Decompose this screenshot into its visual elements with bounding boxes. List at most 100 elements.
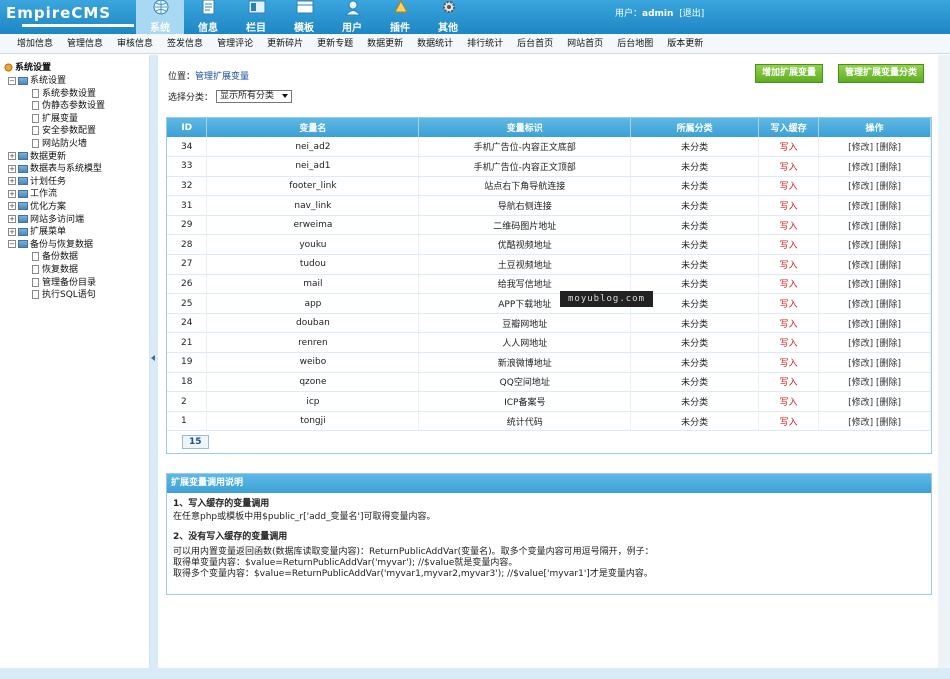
column-header: 操作 (818, 118, 931, 137)
tree-group-8[interactable]: − 备份与恢复数据 (4, 239, 149, 252)
table-row: 26 mail 给我写信地址 未分类 写入 [修改] [删除] (167, 274, 931, 295)
quick-link-8[interactable]: 数据统计 (410, 34, 460, 53)
variable-table: ID 变量名 变量标识 所属分类 写入缓存 操作 34 nei_ad2 手机广告位-内容正文底… (166, 117, 932, 455)
quick-link-7[interactable]: 数据更新 (360, 34, 410, 53)
var-label-cell: 人人网地址 (418, 332, 632, 354)
row-actions[interactable]: [修改] [删除] (818, 411, 931, 432)
row-actions[interactable]: [修改] [删除] (818, 372, 931, 393)
expand-icon[interactable]: + (8, 152, 16, 161)
expand-icon[interactable]: + (8, 164, 16, 173)
collapse-arrow-icon[interactable] (151, 355, 155, 361)
table-row: 21 renren 人人网地址 未分类 写入 [修改] [删除] (167, 332, 931, 354)
quick-link-5[interactable]: 更新碎片 (260, 34, 310, 53)
tree-group-0[interactable]: − 系统设置 (4, 75, 149, 88)
tree-group-7[interactable]: + 扩展菜单 (4, 226, 149, 239)
quick-link-12[interactable]: 后台地图 (610, 34, 660, 53)
quick-link-1[interactable]: 管理信息 (60, 34, 110, 53)
row-actions[interactable]: [修改] [删除] (818, 313, 931, 334)
category-cell: 未分类 (630, 411, 760, 432)
tree-item[interactable]: 扩展变量 (4, 113, 149, 126)
row-actions[interactable]: [修改] [删除] (818, 274, 931, 295)
var-label-cell: 豆瓣网地址 (418, 313, 632, 334)
table-row: 1 tongji 统计代码 未分类 写入 [修改] [删除] (167, 411, 931, 432)
tree-item[interactable]: 系统参数设置 (4, 88, 149, 101)
manage-category-button[interactable]: 管理扩展变量分类 (838, 64, 925, 83)
quick-link-13[interactable]: 版本更新 (660, 34, 710, 53)
column-header: 变量名 (206, 118, 420, 137)
help-text-3: 取得单变量内容：$value=ReturnPublicAddVar('myvar… (173, 558, 518, 568)
tree-group-5[interactable]: + 优化方案 (4, 201, 149, 214)
nav-item-5[interactable]: 插件 (376, 0, 424, 34)
id-cell: 28 (167, 234, 208, 256)
tree-item[interactable]: 伪静态参数设置 (4, 100, 149, 113)
tree-item[interactable]: 管理备份目录 (4, 277, 149, 290)
id-cell: 25 (167, 293, 208, 314)
row-actions[interactable]: [修改] [删除] (818, 176, 931, 197)
nav-item-2[interactable]: 栏目 (232, 0, 280, 34)
table-row: 34 nei_ad2 手机广告位-内容正文底部 未分类 写入 [修改] [删除] (167, 137, 931, 158)
top-header: EmpireCMS 系统 信息 栏目 模板 用户 插件 其他 用户：admin [退出] (0, 0, 950, 34)
cache-status: 写入 (758, 215, 820, 236)
quick-link-0[interactable]: 增加信息 (10, 34, 60, 53)
quick-link-9[interactable]: 排行统计 (460, 34, 510, 53)
tree-group-6[interactable]: + 网站多访问端 (4, 214, 149, 227)
nav-item-4[interactable]: 用户 (328, 0, 376, 34)
expand-icon[interactable]: + (8, 215, 16, 224)
tree-item[interactable]: 网站防火墙 (4, 138, 149, 151)
category-cell: 未分类 (630, 176, 760, 197)
tree-item[interactable]: 执行SQL语句 (4, 289, 149, 302)
tree-group-label: 计划任务 (30, 176, 67, 187)
tree-item[interactable]: 恢复数据 (4, 264, 149, 277)
page-icon (32, 126, 39, 136)
tree-group-1[interactable]: + 数据更新 (4, 151, 149, 164)
row-actions[interactable]: [修改] [删除] (818, 215, 931, 236)
row-actions[interactable]: [修改] [删除] (818, 352, 931, 373)
row-actions[interactable]: [修改] [删除] (818, 137, 931, 158)
column-header: 所属分类 (630, 118, 760, 137)
tree-group-label: 数据更新 (30, 151, 67, 162)
table-row: 24 douban 豆瓣网地址 未分类 写入 [修改] [删除] (167, 313, 931, 334)
id-cell: 33 (167, 156, 208, 177)
row-actions[interactable]: [修改] [删除] (818, 391, 931, 412)
tree-group-3[interactable]: + 计划任务 (4, 176, 149, 189)
cache-status: 写入 (758, 391, 820, 412)
tree-item[interactable]: 安全参数配置 (4, 125, 149, 138)
expand-icon[interactable]: + (8, 189, 16, 198)
row-actions[interactable]: [修改] [删除] (818, 156, 931, 177)
expand-icon[interactable]: + (8, 177, 16, 186)
collapse-icon[interactable]: − (8, 76, 16, 85)
row-actions[interactable]: [修改] [删除] (818, 293, 931, 314)
page-icon (32, 88, 39, 98)
quick-link-11[interactable]: 网站首页 (560, 34, 610, 53)
row-actions[interactable]: [修改] [删除] (818, 254, 931, 275)
nav-item-0[interactable]: 系统 (136, 0, 184, 34)
folder-icon (18, 152, 28, 161)
expand-icon[interactable]: + (8, 227, 16, 236)
tree-group-4[interactable]: + 工作流 (4, 188, 149, 201)
panel-splitter[interactable] (150, 55, 158, 668)
nav-item-3[interactable]: 模板 (280, 0, 328, 34)
logout-link[interactable]: [退出] (679, 9, 704, 19)
category-select-value: 显示所有分类 (220, 91, 275, 101)
tree-group-2[interactable]: + 数据表与系统模型 (4, 163, 149, 176)
expand-icon[interactable]: + (8, 202, 16, 211)
location-link[interactable]: 管理扩展变量 (195, 72, 249, 82)
var-name-cell: mail (206, 274, 420, 295)
quick-link-2[interactable]: 审核信息 (110, 34, 160, 53)
table-row: 29 erweima 二维码图片地址 未分类 写入 [修改] [删除] (167, 215, 931, 236)
add-variable-button[interactable]: 增加扩展变量 (755, 64, 824, 83)
row-actions[interactable]: [修改] [删除] (818, 332, 931, 354)
quick-link-3[interactable]: 签发信息 (160, 34, 210, 53)
quick-link-4[interactable]: 管理评论 (210, 34, 260, 53)
help-heading-2: 2、没有写入缓存的变量调用 (173, 532, 288, 542)
nav-item-1[interactable]: 信息 (184, 0, 232, 34)
quick-link-10[interactable]: 后台首页 (510, 34, 560, 53)
tree-item[interactable]: 备份数据 (4, 251, 149, 264)
row-actions[interactable]: [修改] [删除] (818, 234, 931, 256)
nav-label: 用户 (342, 23, 362, 34)
quick-link-6[interactable]: 更新专题 (310, 34, 360, 53)
category-select[interactable]: 显示所有分类 (216, 90, 293, 103)
nav-item-6[interactable]: 其他 (424, 0, 472, 34)
row-actions[interactable]: [修改] [删除] (818, 195, 931, 216)
collapse-icon[interactable]: − (8, 240, 16, 249)
